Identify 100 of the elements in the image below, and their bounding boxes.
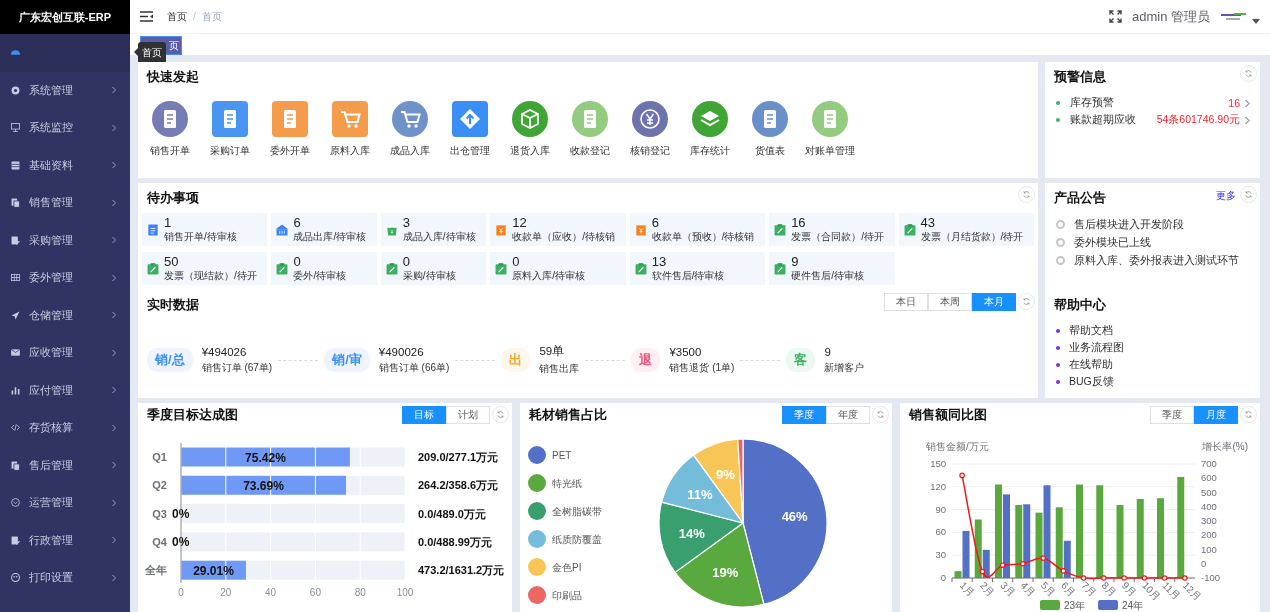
- breadcrumb-item: 首页: [201, 9, 222, 24]
- tick-label: 1月: [957, 579, 977, 599]
- tick-label: 120: [930, 480, 946, 492]
- tick-label: 0: [1201, 557, 1207, 569]
- tick-label: 11月: [1160, 579, 1183, 602]
- card-title: 销售额同比图: [909, 406, 987, 424]
- tick-label: 2月: [977, 579, 997, 599]
- legend-label: 印刷品: [552, 590, 582, 601]
- metric-label: 销售退货 (1单): [669, 360, 735, 375]
- tick-label: 700: [1201, 458, 1217, 469]
- legend-label: 纸质防覆盖: [552, 534, 602, 545]
- tick-label: 6月: [1058, 579, 1078, 599]
- tick-label: 150: [930, 458, 946, 469]
- metric-value: 9: [824, 345, 832, 358]
- slice-label: 9%: [715, 467, 735, 482]
- axis-label: Q1: [152, 451, 167, 463]
- todo-count: 3: [402, 215, 412, 230]
- todo-count: 9: [791, 254, 800, 269]
- amount-label: 473.2/1631.2万元: [418, 564, 505, 577]
- card-title: 耗材销售占比: [529, 406, 607, 424]
- tick-label: 0: [178, 587, 184, 598]
- breadcrumb-separator: /: [193, 11, 196, 22]
- tick-label: 3月: [998, 579, 1017, 599]
- todo-count: 0: [293, 254, 302, 269]
- todo-count: 1: [164, 215, 173, 230]
- metric-label: 销售订单 (67单): [201, 360, 273, 375]
- card-title: 产品公告: [1054, 189, 1106, 207]
- todo-label: 发票（合同款）/待开: [791, 230, 884, 244]
- todo-label: 发票（现结款）/待开: [164, 269, 257, 283]
- metric-value: ¥490026: [378, 345, 425, 358]
- metric-label: 销售出库: [539, 362, 580, 376]
- tick-label: 80: [354, 587, 366, 598]
- tick-label: 60: [935, 526, 946, 538]
- category-badge: 销/审: [324, 348, 370, 372]
- bar-value-label: 0%: [172, 507, 190, 522]
- tick-label: 20: [220, 587, 232, 598]
- slice-label: 14%: [678, 525, 705, 541]
- card-title: 快速发起: [147, 68, 199, 86]
- todo-count: 50: [164, 254, 180, 269]
- app-title: 广东宏创互联-ERP: [0, 0, 130, 34]
- metric-value: ¥494026: [201, 345, 248, 358]
- slice-label: 19%: [712, 565, 739, 580]
- card-title: 帮助中心: [1054, 296, 1106, 314]
- warning-label: 账款超期应收: [1070, 113, 1137, 127]
- warning-label: 库存预警: [1070, 96, 1115, 110]
- todo-count: 12: [512, 215, 528, 230]
- bar-value-label: 29.01%: [193, 563, 234, 578]
- category-badge: 客: [786, 348, 816, 372]
- todo-count: 13: [651, 254, 668, 269]
- legend-label: 全树脂碳带: [552, 506, 602, 517]
- todo-label: 成品入库/待审核: [402, 230, 476, 244]
- tick-label: 5月: [1038, 579, 1058, 599]
- todo-count: 6: [293, 215, 302, 230]
- card-title: 实时数据: [147, 296, 199, 314]
- tick-label: 100: [1201, 543, 1217, 555]
- tick-label: 12月: [1180, 579, 1204, 603]
- tick-label: 8月: [1099, 579, 1119, 599]
- category-badge: 出: [501, 348, 531, 372]
- todo-count: 0: [512, 254, 521, 269]
- todo-label: 原料入库/待审核: [512, 269, 586, 283]
- amount-label: 0.0/489.0万元: [418, 507, 486, 520]
- tick-label: 600: [1201, 472, 1217, 484]
- todo-label: 收款单（应收）/待核销: [512, 230, 616, 244]
- legend-label: PET: [552, 450, 572, 461]
- bar-value-label: 0%: [172, 535, 190, 550]
- axis-label: Q3: [152, 507, 167, 520]
- legend-label: 金色PI: [552, 562, 582, 573]
- metric-value: ¥3500: [669, 345, 703, 358]
- tick-label: 400: [1201, 500, 1217, 512]
- card-title: 季度目标达成图: [147, 406, 238, 424]
- axis-label: Q4: [152, 535, 167, 548]
- tick-label: 100: [396, 587, 414, 598]
- todo-count: 16: [791, 215, 807, 230]
- metric-value: 59单: [539, 344, 566, 359]
- todo-label: 采购/待审核: [402, 269, 456, 283]
- slice-label: 11%: [687, 486, 713, 502]
- card-title: 待办事项: [147, 189, 199, 207]
- tick-label: 10月: [1139, 579, 1163, 603]
- todo-label: 销售开单/待审核: [164, 230, 237, 244]
- amount-label: 209.0/277.1万元: [418, 451, 499, 463]
- legend-label: 23年: [1064, 600, 1086, 611]
- axis-label: Q2: [152, 479, 167, 492]
- tick-label: 9月: [1119, 579, 1139, 599]
- tick-label: 200: [1201, 529, 1217, 541]
- tick-label: 30: [935, 549, 946, 561]
- todo-count: 0: [402, 254, 412, 269]
- legend-label: 特光纸: [552, 478, 582, 489]
- tick-label: 90: [935, 503, 946, 515]
- tick-label: 60: [309, 587, 321, 598]
- todo-label: 成品出库/待审核: [293, 230, 367, 244]
- axis-label: 全年: [145, 564, 167, 577]
- tick-label: 4月: [1018, 579, 1038, 599]
- tick-label: 0: [940, 572, 946, 583]
- category-badge: 退: [631, 348, 661, 372]
- todo-label: 委外/待审核: [293, 269, 347, 283]
- todo-count: 6: [651, 215, 660, 230]
- todo-label: 发票（月结货款）/待开: [920, 230, 1024, 244]
- tick-label: -100: [1201, 572, 1220, 583]
- todo-label: 收款单（预收）/待核销: [651, 230, 755, 244]
- axis-title: 增长率(%): [1202, 441, 1248, 452]
